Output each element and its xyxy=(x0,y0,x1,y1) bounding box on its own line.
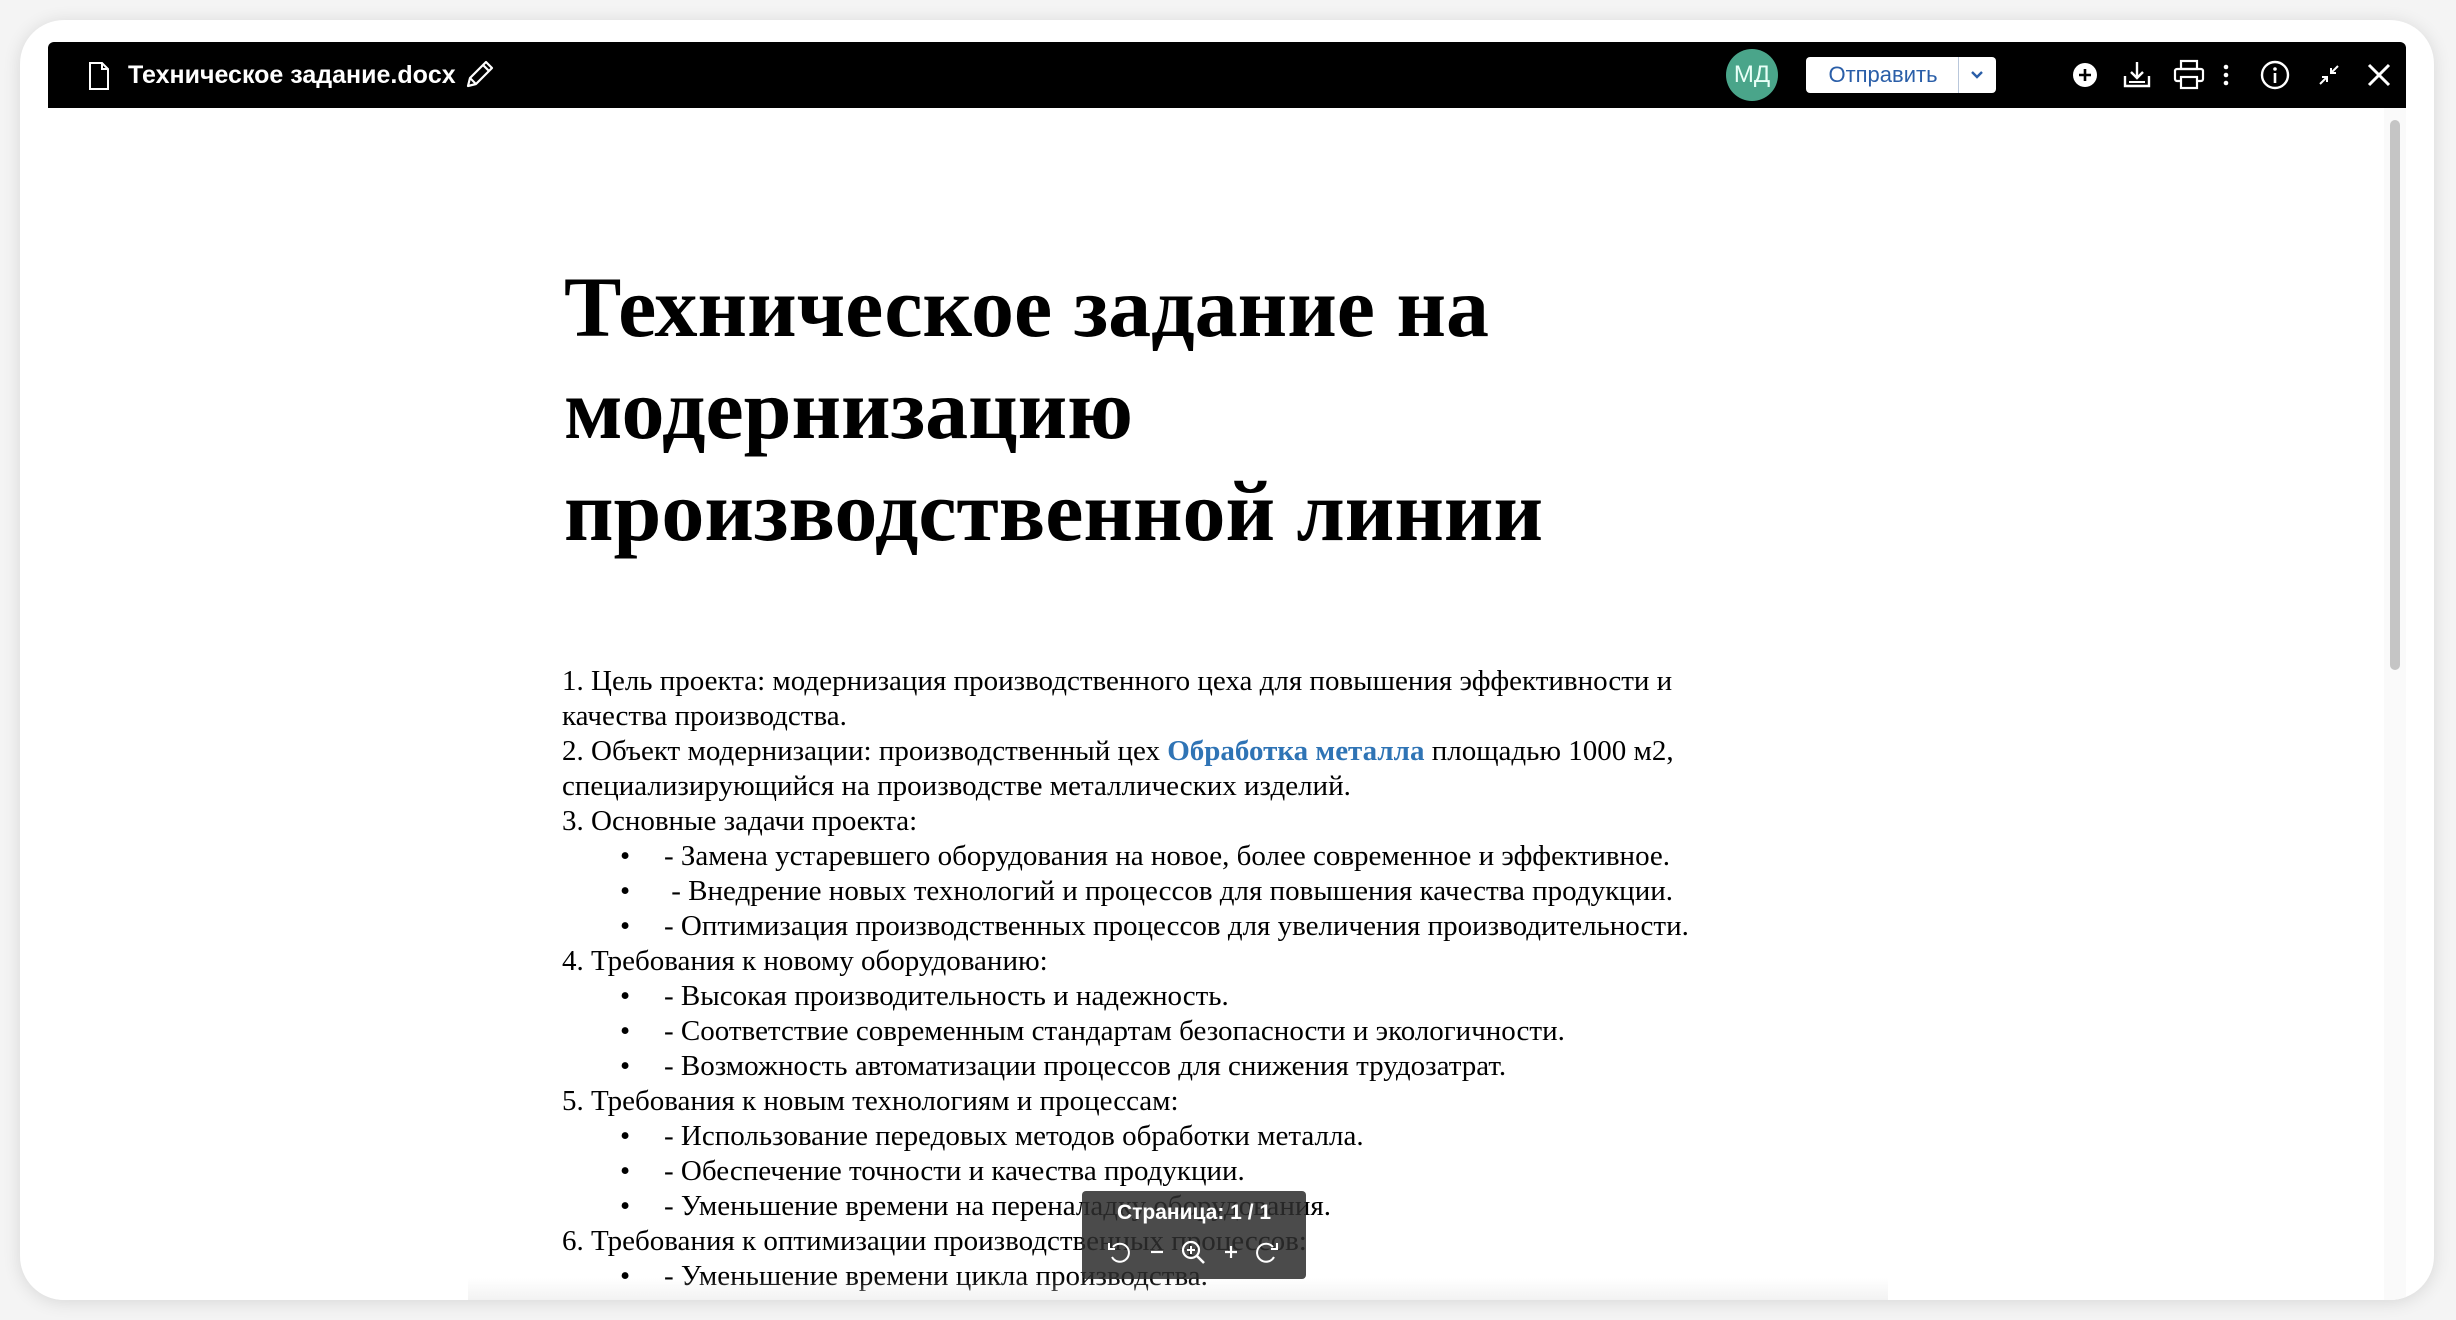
paragraph: 2. Объект модернизации: производственный… xyxy=(562,734,1862,769)
paragraph-text: 2. Объект модернизации: производственный… xyxy=(562,735,1168,767)
title-line: модернизацию xyxy=(564,361,1133,457)
page-bottom-shadow xyxy=(468,1278,1888,1300)
page-counter: Страница: 1 / 1 xyxy=(1116,1201,1272,1224)
list-item: - Обеспечение точности и качества продук… xyxy=(562,1154,1862,1189)
workshop-link[interactable]: Обработка металла xyxy=(1167,735,1424,767)
print-icon[interactable] xyxy=(2172,58,2206,92)
close-icon[interactable] xyxy=(2362,58,2396,92)
chevron-down-icon xyxy=(1971,71,1983,79)
list-item: - Внедрение новых технологий и процессов… xyxy=(562,874,1862,909)
paragraph: качества производства. xyxy=(562,700,847,732)
title-line: производственной линии xyxy=(564,463,1544,559)
section-heading: 3. Основные задачи проекта: xyxy=(562,805,918,837)
list-item: - Высокая производительность и надежност… xyxy=(562,979,1862,1014)
avatar[interactable]: МД xyxy=(1726,49,1778,101)
section-heading: 5. Требования к новым технологиям и проц… xyxy=(562,1085,1179,1117)
add-circle-icon[interactable] xyxy=(2068,58,2102,92)
vertical-scrollbar[interactable] xyxy=(2384,108,2406,1300)
paragraph: 1. Цель проекта: модернизация производст… xyxy=(562,665,1673,697)
zoom-icon[interactable] xyxy=(1178,1237,1208,1267)
send-options-button[interactable] xyxy=(1958,57,1996,93)
title-line: Техническое задание на xyxy=(564,259,1490,355)
list-item: - Возможность автоматизации процессов дл… xyxy=(562,1049,1862,1084)
file-icon xyxy=(88,62,110,90)
viewer-window: Техническое задание.docx МД Отправить Те… xyxy=(20,20,2434,1300)
scrollbar-thumb[interactable] xyxy=(2390,120,2400,670)
top-toolbar: Техническое задание.docx МД Отправить xyxy=(48,42,2406,108)
document-view[interactable]: Техническое задание на модернизацию прои… xyxy=(48,108,2406,1300)
document-title: Техническое задание на модернизацию прои… xyxy=(564,256,1664,562)
section-heading: 4. Требования к новому оборудованию: xyxy=(562,945,1048,977)
page-toolbar: Страница: 1 / 1 xyxy=(1082,1191,1306,1279)
list-item: - Соответствие современным стандартам бе… xyxy=(562,1014,1862,1049)
pencil-icon[interactable] xyxy=(462,58,496,92)
zoom-in-icon[interactable] xyxy=(1216,1237,1246,1267)
download-icon[interactable] xyxy=(2120,58,2154,92)
info-icon[interactable] xyxy=(2258,58,2292,92)
list-item: - Использование передовых методов обрабо… xyxy=(562,1119,1862,1154)
zoom-out-icon[interactable] xyxy=(1142,1237,1172,1267)
paragraph: специализирующийся на производстве метал… xyxy=(562,770,1351,802)
collapse-icon[interactable] xyxy=(2312,58,2346,92)
list-item: - Замена устаревшего оборудования на нов… xyxy=(562,839,1862,874)
list-item: - Оптимизация производственных процессов… xyxy=(562,909,1862,944)
more-vertical-icon[interactable] xyxy=(2216,58,2236,92)
paragraph-text: площадью 1000 м2, xyxy=(1424,735,1674,767)
file-name: Техническое задание.docx xyxy=(128,61,456,89)
rotate-left-icon[interactable] xyxy=(1104,1237,1134,1267)
rotate-right-icon[interactable] xyxy=(1252,1237,1282,1267)
